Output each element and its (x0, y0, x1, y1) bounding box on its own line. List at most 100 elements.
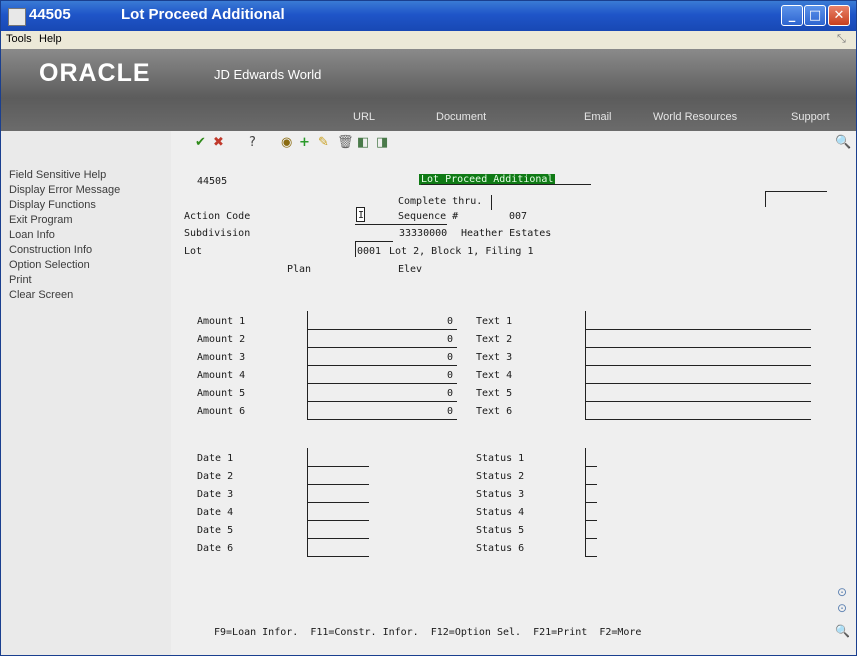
amount-field[interactable] (307, 329, 457, 348)
next-icon[interactable]: ◨ (376, 135, 388, 150)
text-field[interactable] (585, 401, 811, 420)
status-label: Status 5 (476, 525, 525, 536)
function-keys-line: F9=Loan Infor. F11=Constr. Infor. F12=Op… (214, 627, 642, 638)
date-field[interactable] (307, 448, 369, 467)
amount-field[interactable] (307, 347, 457, 366)
amount-value: 0 (447, 370, 454, 381)
status-label: Status 6 (476, 543, 525, 554)
title-bar: 44505 Lot Proceed Additional _ □ ✕ (1, 1, 856, 31)
help-icon[interactable]: ? (249, 135, 256, 150)
complete-thru-field[interactable] (491, 195, 581, 210)
status-field[interactable] (585, 538, 597, 557)
menu-loan-info[interactable]: Loan Info (9, 229, 55, 241)
toolbar: ✔ ✖ ? ◉ + ✎ 🗑 ◧ ◨ 🔍 (171, 131, 856, 153)
zoom-icon[interactable]: 🔍 (835, 624, 850, 638)
search-icon[interactable]: 🔍 (835, 135, 851, 150)
menu-field-sensitive-help[interactable]: Field Sensitive Help (9, 169, 106, 181)
oracle-logo: ORACLE (39, 59, 151, 87)
menu-display-functions[interactable]: Display Functions (9, 199, 96, 211)
text-field[interactable] (585, 311, 811, 330)
action-code-value: I (358, 210, 365, 221)
maximize-button[interactable]: □ (804, 5, 826, 26)
menu-option-selection[interactable]: Option Selection (9, 259, 90, 271)
text-field[interactable] (585, 383, 811, 402)
date-label: Date 2 (197, 471, 234, 482)
application-window: 44505 Lot Proceed Additional _ □ ✕ Tools… (0, 0, 857, 656)
status-field[interactable] (585, 466, 597, 485)
text-field[interactable] (585, 365, 811, 384)
text-label: Text 1 (476, 316, 513, 327)
product-name: JD Edwards World (214, 67, 322, 82)
date-label: Date 5 (197, 525, 234, 536)
status-field[interactable] (585, 520, 597, 539)
status-field[interactable] (585, 484, 597, 503)
amount-field[interactable] (307, 383, 457, 402)
menu-print[interactable]: Print (9, 274, 32, 286)
date-field[interactable] (307, 520, 369, 539)
subdivision-label: Subdivision (184, 228, 251, 239)
resize-grip-icon: ⤡ (837, 33, 846, 45)
status-field[interactable] (585, 502, 597, 521)
menu-clear-screen[interactable]: Clear Screen (9, 289, 73, 301)
menu-exit-program[interactable]: Exit Program (9, 214, 73, 226)
menu-help[interactable]: Help (39, 33, 62, 45)
amount-field[interactable] (307, 365, 457, 384)
close-button[interactable]: ✕ (828, 5, 850, 26)
date-field[interactable] (307, 466, 369, 485)
amount-label: Amount 4 (197, 370, 246, 381)
amount-label: Amount 5 (197, 388, 246, 399)
window-title: Lot Proceed Additional (121, 6, 285, 23)
scroll-down-icon[interactable]: ⊙ (837, 601, 847, 615)
delete-icon[interactable]: 🗑 (337, 135, 354, 150)
banner-link-world-resources[interactable]: World Resources (653, 111, 737, 123)
date-label: Date 1 (197, 453, 234, 464)
text-field[interactable] (585, 347, 811, 366)
cancel-icon[interactable]: ✖ (213, 135, 224, 150)
amount-value: 0 (447, 316, 454, 327)
status-label: Status 4 (476, 507, 525, 518)
banner-link-url[interactable]: URL (353, 111, 375, 123)
amount-value: 0 (447, 334, 454, 345)
date-label: Date 3 (197, 489, 234, 500)
change-icon[interactable]: ✎ (318, 135, 329, 150)
ok-icon[interactable]: ✔ (195, 135, 206, 150)
complete-thru-label: Complete thru. (398, 196, 483, 207)
plan-label: Plan (287, 264, 312, 275)
function-menu: Field Sensitive Help Display Error Messa… (1, 131, 171, 655)
date-field[interactable] (307, 484, 369, 503)
text-label: Text 2 (476, 334, 513, 345)
subdivision-value[interactable]: 33330000 (399, 228, 447, 239)
app-icon (8, 8, 26, 26)
amount-label: Amount 2 (197, 334, 246, 345)
amount-field[interactable] (307, 401, 457, 420)
menu-construction-info[interactable]: Construction Info (9, 244, 92, 256)
menu-tools[interactable]: Tools (6, 33, 32, 45)
amount-field[interactable] (307, 311, 457, 330)
banner-link-email[interactable]: Email (584, 111, 612, 123)
amount-value: 0 (447, 388, 454, 399)
banner-link-support[interactable]: Support (791, 111, 830, 123)
subdivision-name: Heather Estates (461, 228, 552, 239)
inquire-icon[interactable]: ◉ (281, 135, 292, 150)
banner-link-document[interactable]: Document (436, 111, 486, 123)
previous-icon[interactable]: ◧ (357, 135, 369, 150)
action-code-label: Action Code (184, 211, 251, 222)
add-icon[interactable]: + (299, 135, 310, 150)
date-field[interactable] (307, 538, 369, 557)
elev-label: Elev (398, 264, 423, 275)
date-label: Date 4 (197, 507, 234, 518)
status-field[interactable] (585, 448, 597, 467)
lot-description: Lot 2, Block 1, Filing 1 (389, 246, 534, 257)
lot-value[interactable]: 0001 (357, 246, 381, 257)
text-label: Text 4 (476, 370, 513, 381)
text-field[interactable] (585, 329, 811, 348)
minimize-button[interactable]: _ (781, 5, 803, 26)
date-field[interactable] (307, 502, 369, 521)
top-right-field[interactable] (765, 191, 827, 192)
form-area: ✔ ✖ ? ◉ + ✎ 🗑 ◧ ◨ 🔍 44505 Lot Proceed Ad… (171, 131, 856, 655)
sequence-value: 007 (509, 211, 528, 222)
scroll-up-icon[interactable]: ⊙ (837, 585, 847, 599)
status-label: Status 1 (476, 453, 525, 464)
program-number: 44505 (29, 6, 71, 23)
menu-display-error-message[interactable]: Display Error Message (9, 184, 120, 196)
